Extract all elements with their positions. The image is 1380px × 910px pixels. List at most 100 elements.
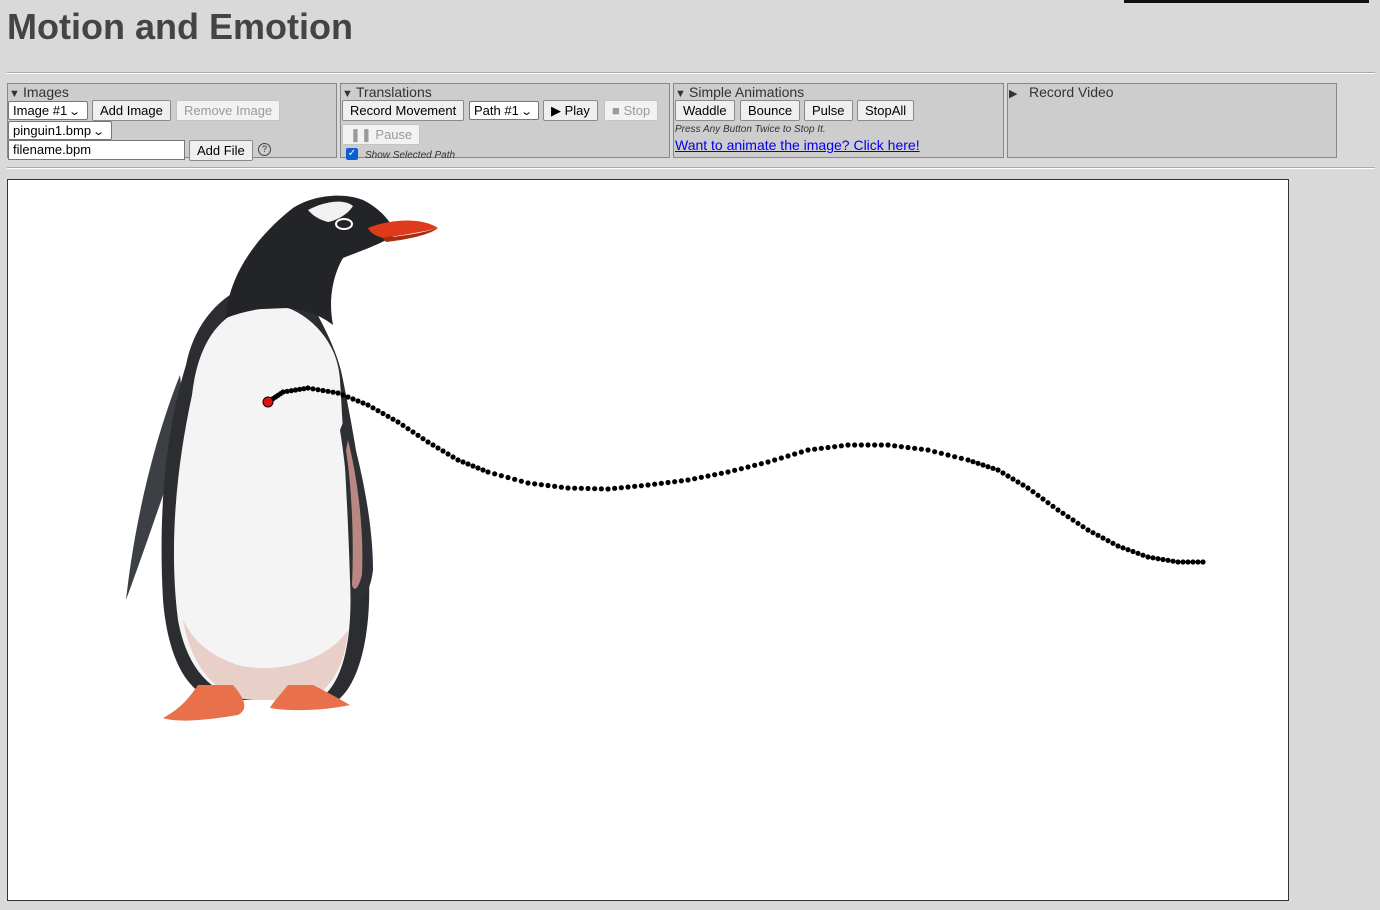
bounce-button[interactable]: Bounce	[740, 100, 801, 121]
path-dot	[425, 439, 431, 445]
path-dot	[365, 402, 371, 408]
images-legend-label: Images	[23, 84, 69, 100]
waddle-button[interactable]: Waddle	[675, 100, 735, 121]
path-dot	[1135, 550, 1141, 556]
path-dot	[692, 476, 698, 482]
add-file-button[interactable]: Add File	[189, 140, 253, 161]
path-dot	[1085, 527, 1091, 533]
path-dot	[1070, 517, 1076, 523]
path-dot	[932, 449, 938, 455]
path-dot	[1100, 535, 1106, 541]
path-dot	[545, 482, 551, 489]
path-dot	[395, 419, 401, 425]
filename-input[interactable]: filename.bpm	[8, 140, 185, 160]
path-dot	[778, 455, 784, 461]
help-icon[interactable]: ?	[258, 143, 271, 156]
path-dot	[852, 442, 858, 448]
path-dot	[985, 464, 991, 470]
path-dot	[360, 400, 366, 406]
image-select[interactable]: Image #1⌄	[8, 101, 88, 120]
path-dot	[1060, 510, 1066, 516]
animations-legend[interactable]: ▼ Simple Animations	[675, 84, 804, 100]
canvas-svg	[126, 195, 1206, 721]
animation-canvas[interactable]	[7, 179, 1289, 901]
path-dot	[665, 479, 671, 486]
path-dot	[1020, 482, 1026, 488]
path-select[interactable]: Path #1⌄	[469, 101, 539, 120]
path-dot	[565, 485, 571, 491]
path-dot	[1175, 559, 1181, 565]
path-dot	[1145, 554, 1151, 560]
path-dot	[385, 413, 391, 419]
path-dot	[320, 387, 326, 394]
path-dot	[492, 471, 498, 477]
path-dot	[898, 444, 904, 450]
path-dot	[532, 481, 538, 487]
path-dot	[460, 459, 466, 465]
record-movement-button[interactable]: Record Movement	[342, 100, 465, 121]
stop-button[interactable]: ■ Stop	[604, 100, 659, 121]
path-dot	[605, 486, 611, 492]
path-dot	[1170, 558, 1176, 564]
path-start-marker[interactable]	[262, 396, 274, 408]
path-dot	[400, 422, 406, 428]
path-dot	[310, 386, 316, 392]
path-dot	[705, 473, 711, 479]
path-dot	[965, 457, 971, 463]
stopall-button[interactable]: StopAll	[857, 100, 915, 121]
path-dot	[340, 392, 346, 398]
path-dot	[685, 477, 691, 483]
path-dot	[1055, 507, 1061, 513]
path-dot	[785, 453, 791, 459]
images-panel: ▼ Images Image #1⌄ Add Image Remove Image…	[7, 83, 337, 161]
path-dot	[552, 483, 558, 489]
path-dot	[945, 452, 951, 458]
path-dot	[380, 410, 386, 417]
images-legend[interactable]: ▼ Images	[9, 84, 69, 100]
show-path-checkbox[interactable]: ✓	[346, 148, 358, 160]
path-dot	[1165, 557, 1171, 563]
triangle-right-icon: ▶	[1009, 88, 1018, 100]
path-dot	[980, 462, 986, 468]
path-select-value: Path #1	[474, 103, 519, 118]
path-dot	[845, 442, 851, 448]
path-dot	[732, 467, 738, 473]
path-dot	[832, 444, 838, 450]
path-dot	[772, 457, 778, 463]
file-select[interactable]: pinguin1.bmp⌄	[8, 121, 112, 140]
path-dot	[858, 442, 864, 448]
path-dot	[745, 464, 751, 470]
show-path-label: Show Selected Path	[365, 150, 456, 161]
animate-image-link[interactable]: Want to animate the image? Click here!	[675, 137, 920, 153]
path-dot	[1045, 500, 1051, 506]
translations-legend[interactable]: ▼ Translations	[342, 84, 432, 100]
path-dot	[1000, 470, 1006, 476]
pulse-button[interactable]: Pulse	[804, 100, 853, 121]
path-dot	[455, 457, 461, 463]
path-dot	[1115, 543, 1121, 549]
penguin-head	[226, 195, 396, 325]
path-dot	[480, 467, 486, 473]
path-dot	[865, 442, 871, 448]
penguin-image[interactable]	[126, 195, 438, 721]
path-dot	[995, 467, 1001, 473]
path-dot	[1200, 559, 1206, 565]
path-dot	[878, 442, 884, 448]
path-dot	[1130, 548, 1136, 555]
path-dot	[838, 443, 844, 449]
path-dot	[440, 448, 446, 454]
play-button[interactable]: ▶ Play	[543, 100, 598, 121]
top-edge-bar	[1124, 0, 1369, 3]
path-dot	[885, 442, 891, 448]
path-dot	[415, 432, 421, 438]
path-dot	[798, 449, 804, 455]
remove-image-button[interactable]: Remove Image	[176, 100, 281, 121]
path-dot	[1195, 559, 1201, 565]
pause-button[interactable]: ❚❚ Pause	[342, 124, 421, 145]
record-video-legend[interactable]: ▶ Record Video	[1009, 84, 1114, 100]
path-dot	[592, 486, 598, 492]
path-dot	[1150, 555, 1156, 561]
add-image-button[interactable]: Add Image	[92, 100, 171, 121]
path-dot	[390, 416, 396, 422]
path-dot	[512, 476, 518, 482]
